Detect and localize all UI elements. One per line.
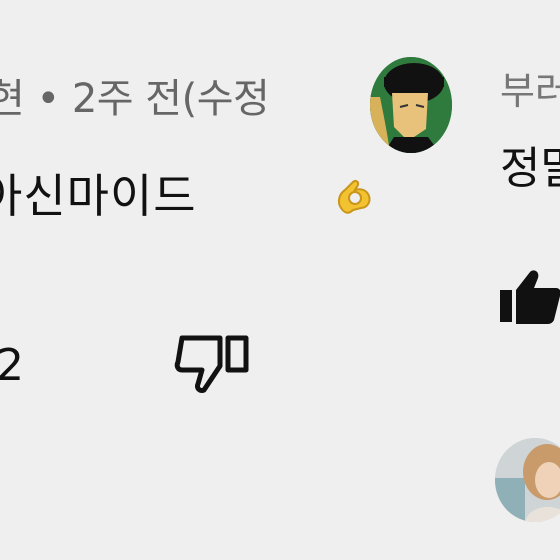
avatar[interactable] (495, 438, 560, 522)
dislike-button[interactable] (174, 330, 254, 396)
reply-author-name[interactable]: 부러 (500, 60, 560, 115)
thumbs-up-icon (500, 270, 560, 324)
ok-hand-icon (337, 180, 371, 214)
like-button[interactable] (500, 268, 560, 324)
avatar-illustration (370, 57, 452, 153)
like-count: 2 (0, 340, 24, 391)
thumbs-down-icon (174, 335, 249, 393)
avatar-photo (495, 438, 560, 522)
avatar[interactable] (370, 57, 452, 153)
comment-body: 아신마이드 (0, 169, 197, 223)
reply-body: 정말 (500, 143, 560, 194)
comment-meta: 현 • 2주 전(수정 (0, 76, 270, 122)
